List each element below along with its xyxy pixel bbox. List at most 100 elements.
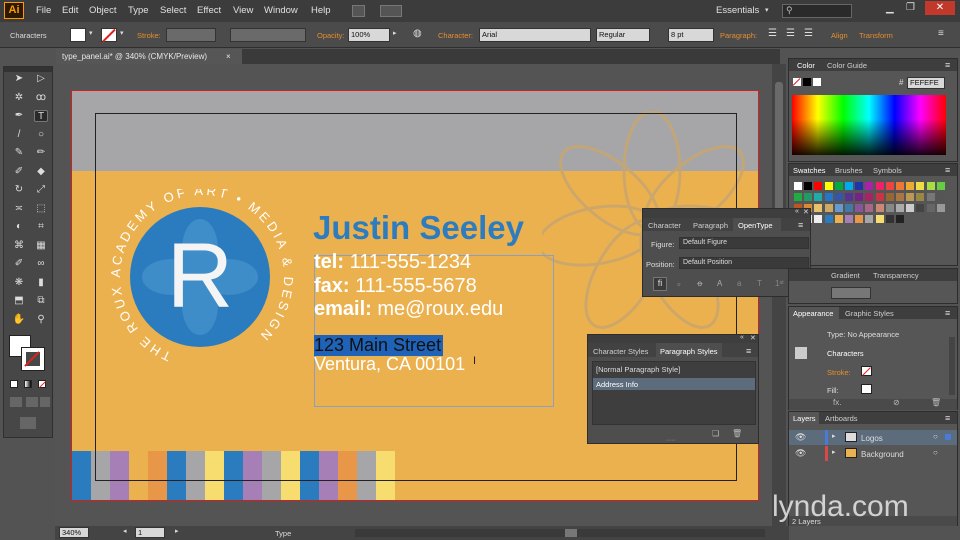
mesh-tool-icon[interactable]: ⌘ bbox=[12, 240, 26, 252]
menu-view[interactable]: View bbox=[233, 5, 253, 16]
scale-tool-icon[interactable]: ⤢ bbox=[34, 184, 48, 196]
black-swatch[interactable] bbox=[803, 78, 811, 86]
arrange-documents-icon[interactable] bbox=[380, 5, 402, 17]
paintbrush-tool-icon[interactable]: ✎ bbox=[12, 147, 26, 159]
new-style-icon[interactable]: ❏ bbox=[712, 429, 719, 438]
swatch[interactable] bbox=[855, 204, 864, 212]
swatch[interactable] bbox=[845, 204, 853, 212]
swatch[interactable] bbox=[936, 193, 945, 201]
zoom-tool-icon[interactable]: ⚲ bbox=[34, 314, 48, 326]
font-style-field[interactable]: Regular bbox=[596, 28, 650, 42]
panel-menu-icon[interactable]: ≡ bbox=[938, 28, 944, 39]
swatch[interactable] bbox=[875, 193, 884, 201]
eye-icon[interactable]: 👁 bbox=[795, 432, 806, 443]
align-link[interactable]: Align bbox=[831, 31, 848, 40]
swatch[interactable] bbox=[875, 215, 884, 223]
clear-appearance-icon[interactable]: ⊘ bbox=[893, 398, 900, 407]
lasso-tool-icon[interactable]: ꝏ bbox=[34, 92, 48, 104]
swatch[interactable] bbox=[926, 204, 935, 212]
panel-menu-icon[interactable]: ≡ bbox=[945, 165, 950, 175]
menu-window[interactable]: Window bbox=[264, 5, 298, 16]
paragraph-label[interactable]: Paragraph: bbox=[720, 31, 757, 40]
eyedropper-tool-icon[interactable]: ✐ bbox=[12, 258, 26, 270]
workspace-switcher[interactable]: Essentials bbox=[716, 5, 759, 16]
blob-brush-tool-icon[interactable]: ✐ bbox=[12, 166, 26, 178]
tab-paragraph-styles[interactable]: Paragraph Styles bbox=[660, 347, 718, 356]
swatch[interactable] bbox=[814, 193, 823, 201]
menu-type[interactable]: Type bbox=[128, 5, 149, 16]
swatch[interactable] bbox=[824, 182, 833, 190]
swatch[interactable] bbox=[804, 182, 813, 190]
fill-color-swatch[interactable] bbox=[70, 28, 86, 42]
swatch[interactable] bbox=[855, 182, 864, 190]
chevron-right-icon[interactable]: ▸ bbox=[393, 29, 397, 37]
tab-transparency[interactable]: Transparency bbox=[873, 271, 919, 280]
stroke-label[interactable]: Stroke: bbox=[137, 31, 161, 40]
menu-help[interactable]: Help bbox=[311, 5, 331, 16]
style-address-info[interactable]: Address Info bbox=[596, 380, 638, 389]
swatch[interactable] bbox=[875, 204, 884, 212]
menu-effect[interactable]: Effect bbox=[197, 5, 221, 16]
scrollbar[interactable] bbox=[949, 337, 955, 395]
pencil-tool-icon[interactable]: ✏ bbox=[34, 147, 48, 159]
trash-icon[interactable]: 🗑 bbox=[931, 398, 941, 407]
swatch[interactable] bbox=[824, 215, 833, 223]
blend-tool-icon[interactable]: ∞ bbox=[34, 258, 48, 270]
swatch[interactable] bbox=[885, 182, 894, 190]
chevron-right-icon[interactable]: ▸ bbox=[832, 448, 836, 456]
collapse-icon[interactable]: « bbox=[795, 208, 799, 215]
font-family-field[interactable]: Arial bbox=[479, 28, 591, 42]
none-swatch-icon[interactable] bbox=[792, 78, 801, 86]
artboard-field[interactable]: 1 bbox=[135, 527, 165, 538]
type-tool-icon[interactable]: T bbox=[34, 110, 48, 122]
close-tab-icon[interactable]: × bbox=[226, 49, 231, 64]
hand-tool-icon[interactable]: ✋ bbox=[12, 314, 26, 326]
gradient-tool-icon[interactable]: ▦ bbox=[34, 240, 48, 252]
swatch[interactable] bbox=[875, 182, 884, 190]
swatch[interactable] bbox=[855, 215, 864, 223]
close-icon[interactable]: ✕ bbox=[803, 208, 809, 216]
stroke-swatch[interactable] bbox=[21, 347, 45, 371]
swatch[interactable] bbox=[824, 193, 833, 201]
tab-layers[interactable]: Layers bbox=[793, 414, 816, 423]
symbol-sprayer-tool-icon[interactable]: ❋ bbox=[12, 277, 26, 289]
pen-tool-icon[interactable]: ✒ bbox=[12, 110, 26, 122]
swatch[interactable] bbox=[814, 215, 823, 223]
align-right-icon[interactable]: ☰ bbox=[804, 28, 813, 39]
tab-color[interactable]: Color bbox=[797, 61, 815, 70]
swatch[interactable] bbox=[804, 193, 813, 201]
menu-file[interactable]: File bbox=[36, 5, 51, 16]
tab-symbols[interactable]: Symbols bbox=[873, 166, 902, 175]
swatch[interactable] bbox=[865, 193, 874, 201]
line-tool-icon[interactable]: / bbox=[12, 129, 26, 141]
slice-tool-icon[interactable]: ⧉ bbox=[34, 295, 48, 307]
panel-menu-icon[interactable]: ≡ bbox=[945, 308, 950, 318]
rotate-tool-icon[interactable]: ↻ bbox=[12, 184, 26, 196]
previous-artboard-icon[interactable]: ◂ bbox=[123, 527, 127, 535]
draw-behind-icon[interactable] bbox=[26, 397, 38, 407]
close-icon[interactable]: ✕ bbox=[925, 1, 955, 15]
none-mode-icon[interactable] bbox=[38, 380, 47, 389]
chevron-right-icon[interactable]: ▸ bbox=[832, 432, 836, 440]
swatch[interactable] bbox=[834, 193, 843, 201]
tab-appearance[interactable]: Appearance bbox=[793, 309, 833, 318]
resize-grip-icon[interactable]: ∙∙∙∙∙ bbox=[666, 437, 676, 444]
stroke-weight-field[interactable] bbox=[166, 28, 216, 42]
appearance-fill-label[interactable]: Fill: bbox=[827, 386, 839, 395]
swatch[interactable] bbox=[885, 193, 894, 201]
panel-menu-icon[interactable]: ≡ bbox=[945, 413, 950, 423]
swatch[interactable] bbox=[865, 215, 874, 223]
swatch[interactable] bbox=[845, 215, 853, 223]
chevron-down-icon[interactable]: ▾ bbox=[89, 29, 93, 37]
tab-brushes[interactable]: Brushes bbox=[835, 166, 863, 175]
layer-name-background[interactable]: Background bbox=[861, 450, 904, 459]
swatch[interactable] bbox=[814, 182, 823, 190]
swatch[interactable] bbox=[916, 193, 925, 201]
fill-white-swatch[interactable] bbox=[861, 384, 872, 394]
panel-menu-icon[interactable]: ≡ bbox=[945, 60, 950, 70]
swatch[interactable] bbox=[824, 204, 833, 212]
figure-select[interactable]: Default Figure bbox=[679, 237, 809, 249]
minimize-icon[interactable]: ▁ bbox=[886, 3, 894, 14]
gradient-mode-icon[interactable] bbox=[24, 380, 32, 388]
swatch[interactable] bbox=[814, 204, 823, 212]
